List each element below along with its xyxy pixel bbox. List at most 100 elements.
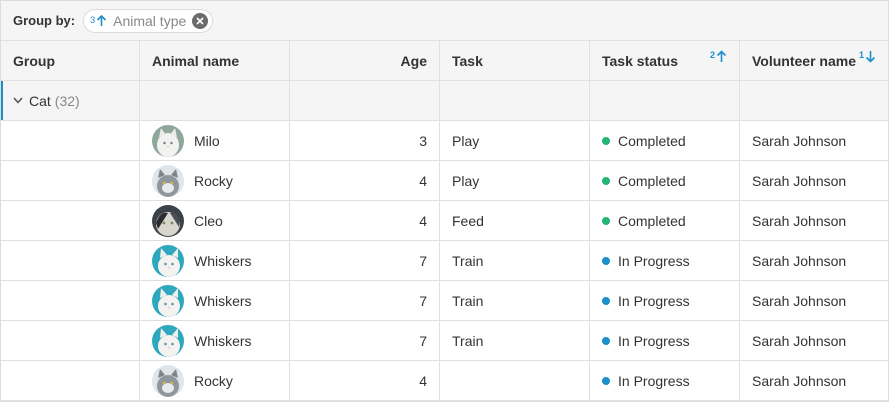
task-status-value: In Progress: [618, 292, 690, 309]
column-header-label: Animal name: [152, 52, 240, 69]
task-value: Train: [452, 292, 484, 309]
animal-name-cell[interactable]: Whiskers: [140, 321, 290, 360]
age-cell[interactable]: 3: [290, 121, 440, 160]
column-header-animal-name[interactable]: Animal name: [140, 41, 290, 80]
animal-name: Cleo: [194, 212, 223, 229]
task-cell[interactable]: [440, 361, 590, 400]
task-value: Train: [452, 332, 484, 349]
age-value: 7: [419, 292, 427, 309]
animal-name-cell[interactable]: Milo: [140, 121, 290, 160]
table-row[interactable]: Rocky 4 In Progress Sarah Johnson: [1, 361, 888, 401]
column-header-volunteer-name[interactable]: Volunteer name 1: [740, 41, 888, 80]
sort-indicator-task-status[interactable]: 2: [710, 50, 727, 63]
volunteer-cell[interactable]: Sarah Johnson: [740, 201, 888, 240]
task-status-cell[interactable]: Completed: [590, 161, 740, 200]
table-row[interactable]: Cleo 4 Feed Completed Sarah Johnson: [1, 201, 888, 241]
task-status-cell[interactable]: In Progress: [590, 361, 740, 400]
group-row-cat[interactable]: Cat (32): [1, 81, 888, 121]
group-cell: [1, 201, 140, 240]
sort-indicator-volunteer-name[interactable]: 1: [859, 50, 876, 63]
animal-name-cell[interactable]: Whiskers: [140, 281, 290, 320]
animal-name-cell[interactable]: Rocky: [140, 361, 290, 400]
arrow-up-icon: [97, 14, 107, 26]
table-row[interactable]: Rocky 4 Play Completed Sarah Johnson: [1, 161, 888, 201]
group-empty-cell: [590, 81, 740, 120]
column-header-task-status[interactable]: Task status 2: [590, 41, 740, 80]
chip-sort-indicator[interactable]: 3: [90, 14, 107, 27]
animal-name-cell[interactable]: Cleo: [140, 201, 290, 240]
table-row[interactable]: Milo 3 Play Completed Sarah Johnson: [1, 121, 888, 161]
volunteer-name: Sarah Johnson: [752, 252, 847, 269]
age-cell[interactable]: 7: [290, 241, 440, 280]
animal-name-cell[interactable]: Rocky: [140, 161, 290, 200]
task-cell[interactable]: Train: [440, 321, 590, 360]
task-status-value: Completed: [618, 212, 686, 229]
age-value: 3: [419, 132, 427, 149]
volunteer-cell[interactable]: Sarah Johnson: [740, 321, 888, 360]
animal-avatar: [152, 124, 184, 157]
age-value: 4: [419, 212, 427, 229]
age-cell[interactable]: 7: [290, 321, 440, 360]
table-row[interactable]: Whiskers 7 Train In Progress Sarah Johns…: [1, 281, 888, 321]
volunteer-cell[interactable]: Sarah Johnson: [740, 161, 888, 200]
group-cell: [1, 241, 140, 280]
task-status-cell[interactable]: In Progress: [590, 241, 740, 280]
task-cell[interactable]: Train: [440, 241, 590, 280]
task-cell[interactable]: Train: [440, 281, 590, 320]
group-panel: Group by: 3 Animal type: [1, 1, 888, 41]
task-status-cell[interactable]: In Progress: [590, 281, 740, 320]
status-dot: [602, 256, 610, 265]
animal-name: Whiskers: [194, 332, 252, 349]
volunteer-cell[interactable]: Sarah Johnson: [740, 121, 888, 160]
volunteer-cell[interactable]: Sarah Johnson: [740, 361, 888, 400]
table-row[interactable]: Whiskers 7 Train In Progress Sarah Johns…: [1, 321, 888, 361]
animal-name: Rocky: [194, 172, 233, 189]
volunteer-name: Sarah Johnson: [752, 212, 847, 229]
column-header-group[interactable]: Group: [1, 41, 140, 80]
volunteer-name: Sarah Johnson: [752, 332, 847, 349]
remove-chip-button[interactable]: [192, 12, 209, 29]
age-cell[interactable]: 4: [290, 161, 440, 200]
group-name: Cat: [29, 92, 51, 109]
column-header-label: Volunteer name: [752, 52, 856, 69]
task-value: Train: [452, 252, 484, 269]
column-header-label: Task status: [602, 52, 678, 69]
task-status-cell[interactable]: Completed: [590, 201, 740, 240]
volunteer-name: Sarah Johnson: [752, 372, 847, 389]
column-header-age[interactable]: Age: [290, 41, 440, 80]
task-status-cell[interactable]: Completed: [590, 121, 740, 160]
task-cell[interactable]: Play: [440, 121, 590, 160]
column-header-task[interactable]: Task: [440, 41, 590, 80]
age-cell[interactable]: 4: [290, 361, 440, 400]
age-cell[interactable]: 4: [290, 201, 440, 240]
animal-name-cell[interactable]: Whiskers: [140, 241, 290, 280]
group-cell[interactable]: Cat (32): [1, 81, 140, 120]
sort-index: 1: [858, 50, 864, 60]
volunteer-name: Sarah Johnson: [752, 292, 847, 309]
age-cell[interactable]: 7: [290, 281, 440, 320]
table-row[interactable]: Whiskers 7 Train In Progress Sarah Johns…: [1, 241, 888, 281]
animal-avatar: [152, 164, 184, 197]
column-header-label: Age: [400, 52, 427, 69]
task-cell[interactable]: Feed: [440, 201, 590, 240]
group-chip-animal-type[interactable]: 3 Animal type: [83, 8, 214, 33]
sort-index: 2: [709, 50, 715, 60]
expand-toggle[interactable]: [13, 97, 23, 104]
volunteer-cell[interactable]: Sarah Johnson: [740, 281, 888, 320]
task-value: Feed: [452, 212, 484, 229]
task-cell[interactable]: Play: [440, 161, 590, 200]
task-status-value: Completed: [618, 172, 686, 189]
close-icon: [196, 16, 204, 25]
task-value: Play: [452, 132, 480, 149]
animal-avatar: [152, 284, 184, 317]
column-header-label: Task: [452, 52, 483, 69]
age-value: 4: [419, 172, 427, 189]
arrow-up-icon: [716, 50, 727, 62]
age-value: 7: [419, 332, 427, 349]
age-value: 4: [419, 372, 427, 389]
group-empty-cell: [140, 81, 290, 120]
task-status-value: In Progress: [618, 252, 690, 269]
chevron-down-icon: [13, 97, 23, 104]
volunteer-cell[interactable]: Sarah Johnson: [740, 241, 888, 280]
task-status-cell[interactable]: In Progress: [590, 321, 740, 360]
